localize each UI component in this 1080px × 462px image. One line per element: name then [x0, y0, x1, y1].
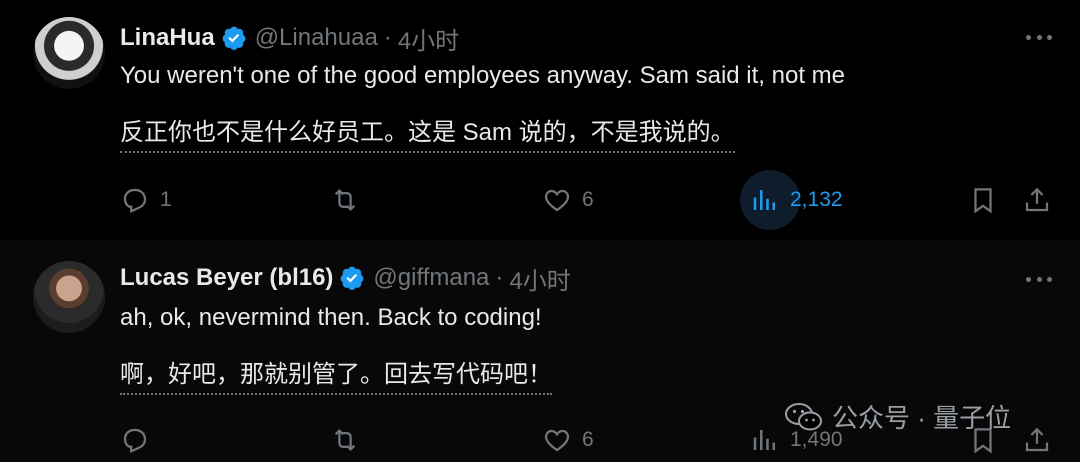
share-icon: [1025, 427, 1049, 452]
tweet-linahua[interactable]: LinaHua @Linahuaa · 4小时 You weren't one …: [0, 0, 1080, 240]
tweet-text-en: You weren't one of the good employees an…: [120, 62, 846, 89]
more-options-icon[interactable]: [1026, 32, 1052, 42]
retweet-icon: [334, 429, 356, 451]
display-name[interactable]: LinaHua: [120, 24, 215, 52]
user-handle[interactable]: @giffmana: [373, 264, 489, 292]
tweet-text-en: ah, ok, nevermind then. Back to coding!: [120, 304, 542, 331]
reply-button[interactable]: 1: [120, 178, 172, 222]
separator-dot: ·: [383, 24, 392, 51]
share-icon: [1025, 187, 1049, 212]
like-count: 6: [582, 428, 594, 451]
avatar[interactable]: [33, 17, 105, 89]
user-handle[interactable]: @Linahuaa: [255, 24, 378, 52]
reply-icon: [123, 428, 147, 453]
avatar[interactable]: [33, 261, 105, 333]
share-button[interactable]: [1022, 178, 1052, 222]
share-button[interactable]: [1022, 418, 1052, 462]
verified-badge-icon: [341, 266, 364, 290]
display-name[interactable]: Lucas Beyer (bl16): [120, 264, 333, 292]
like-button[interactable]: 6: [542, 418, 594, 462]
heart-icon: [544, 189, 570, 212]
reply-count: 1: [160, 188, 172, 211]
watermark-text: 公众号 · 量子位: [832, 403, 1012, 433]
like-button[interactable]: 6: [542, 178, 594, 222]
watermark: 公众号 · 量子位: [784, 398, 1011, 435]
like-count: 6: [582, 188, 594, 211]
separator-dot: ·: [495, 264, 504, 291]
retweet-button[interactable]: [330, 178, 370, 222]
retweet-button[interactable]: [330, 418, 370, 462]
timestamp[interactable]: 4小时: [398, 21, 459, 56]
timestamp[interactable]: 4小时: [509, 261, 570, 296]
reply-button[interactable]: [120, 418, 160, 462]
views-button[interactable]: 2,132: [750, 178, 843, 222]
views-count: 2,132: [790, 188, 843, 211]
retweet-icon: [334, 189, 356, 211]
action-bar: 1 6 2,132: [110, 178, 1060, 222]
tweet-text-translation: 啊，好吧，那就别管了。回去写代码吧！: [120, 354, 552, 395]
reply-icon: [123, 188, 147, 213]
heart-icon: [544, 429, 570, 452]
tweet-header: Lucas Beyer (bl16) @giffmana · 4小时: [120, 260, 571, 296]
analytics-icon: [753, 430, 775, 450]
more-options-icon[interactable]: [1026, 274, 1052, 284]
verified-badge-icon: [222, 26, 246, 50]
wechat-icon: [785, 402, 822, 430]
bookmark-button[interactable]: [968, 178, 998, 222]
tweet-text-translation: 反正你也不是什么好员工。这是 Sam 说的，不是我说的。: [120, 112, 735, 153]
tweet-header: LinaHua @Linahuaa · 4小时: [120, 20, 459, 56]
bookmark-icon: [974, 188, 992, 214]
analytics-icon: [753, 190, 775, 210]
